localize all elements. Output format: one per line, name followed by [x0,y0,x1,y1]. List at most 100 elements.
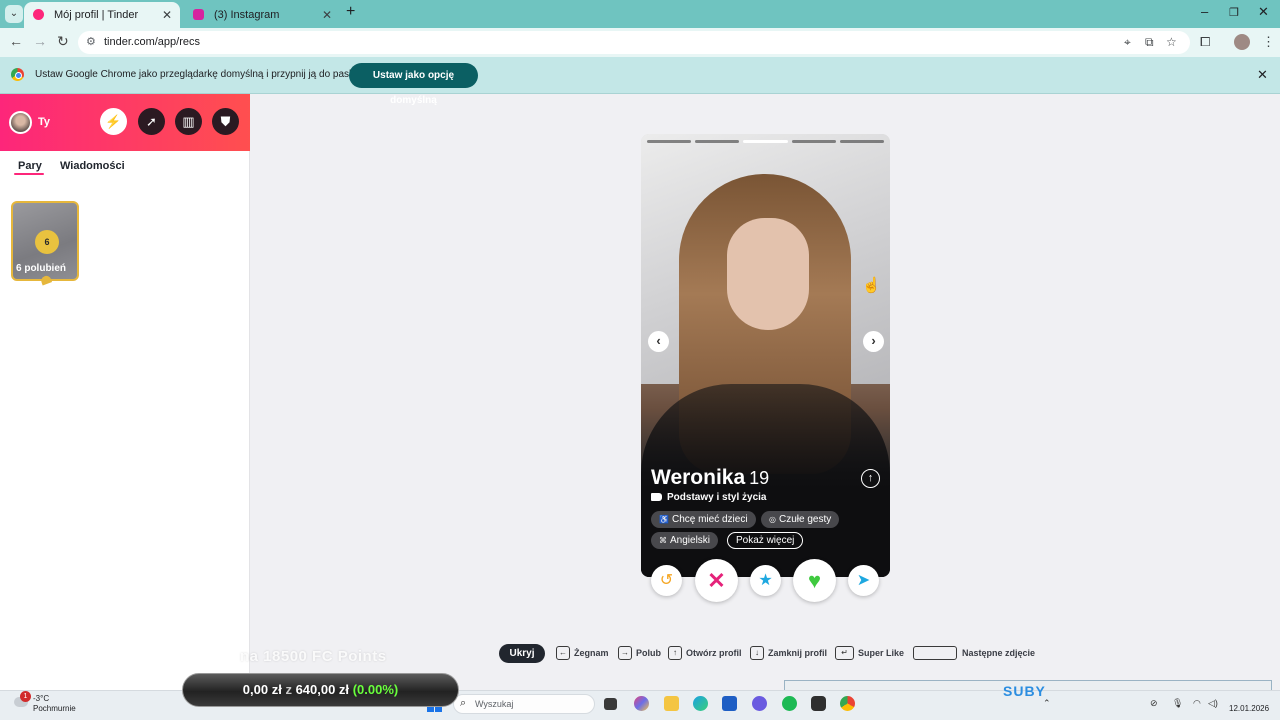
hide-legend-button[interactable]: Ukryj [499,644,545,663]
site-info-icon[interactable]: ⚙ [86,35,96,48]
chrome-logo-icon [11,68,24,81]
likes-count-badge: 6 [35,230,59,254]
chip-label: Chcę mieć dzieci [671,514,748,525]
section-title-text: Podstawy i styl życia [667,492,767,503]
bookmark-star-icon[interactable]: ☆ [1166,35,1177,49]
edge-icon[interactable] [693,696,708,711]
sidebar-header: Ty ⚡ ➚ ▥ ⛊ [0,94,250,151]
photo-progress-segment[interactable] [647,140,692,143]
tab-messages[interactable]: Wiadomości [60,160,125,172]
wifi-icon[interactable]: ◠ [1193,698,1201,709]
address-bar[interactable]: ⚙ tinder.com/app/recs ⌖ ⧉ ☆ [78,31,1190,54]
nope-icon[interactable]: ✕ [695,559,738,602]
task-view-icon[interactable] [604,698,617,710]
chrome-taskbar-icon[interactable] [840,696,855,711]
store-icon[interactable] [722,696,737,711]
extensions-icon[interactable]: ⧠ [1200,34,1210,50]
tinder-sidebar: Ty ⚡ ➚ ▥ ⛊ Pary Wiadomości 6 6 polubień [0,94,250,690]
set-default-button[interactable]: Ustaw jako opcję domyślną [349,63,478,106]
forward-icon[interactable]: → [33,33,47,49]
profile-avatar[interactable] [1234,34,1250,50]
photo-progress-segment[interactable] [791,140,836,143]
app-icon[interactable] [811,696,826,711]
my-avatar[interactable] [9,111,32,134]
back-icon[interactable]: ← [9,33,23,49]
menu-icon[interactable]: ⋮ [1262,34,1275,50]
like-icon[interactable]: ♥ [793,559,836,602]
tab-tinder[interactable]: Mój profil | Tinder ✕ [24,2,180,28]
install-app-icon[interactable]: ⧉ [1145,35,1154,50]
my-profile-label[interactable]: Ty [38,116,50,128]
reload-icon[interactable]: ↻ [57,33,69,50]
photo-progress-segment[interactable] [839,140,885,143]
spotify-icon[interactable] [782,696,797,711]
key-right: → [618,646,632,660]
location-icon[interactable]: ⌖ [1124,35,1131,50]
super-like-icon[interactable]: ★ [750,565,781,596]
tray-chevron-icon[interactable]: ⌃ [1043,698,1051,709]
active-tab-indicator [14,173,44,175]
discord-icon[interactable] [752,696,767,711]
new-tab-button[interactable]: + [346,3,355,21]
tab-matches[interactable]: Pary [18,160,42,172]
likes-label: 6 polubień [16,263,66,274]
likes-you-card[interactable]: 6 6 polubień [11,201,79,281]
profile-card[interactable]: ‹ › Weronika 19 ↑ Podstawy i styl życia ♿… [641,134,890,577]
photo-progress-segment[interactable] [743,140,788,143]
briefcase-icon[interactable]: ▥ [175,108,202,135]
open-profile-icon[interactable]: ↑ [861,469,880,488]
close-window-button[interactable]: ✕ [1258,4,1269,20]
chip-label: Czułe gesty [778,514,832,525]
photo-progress-segment[interactable] [695,140,740,143]
legend-label: Otwórz profil [686,648,742,658]
infobar-message: Ustaw Google Chrome jako przeglądarkę do… [35,69,390,80]
volume-icon[interactable]: ◁) [1208,698,1218,709]
maximize-button[interactable]: ❐ [1229,6,1239,19]
microphone-icon[interactable]: 🎙 [1172,698,1183,709]
tab-title: Mój profil | Tinder [54,9,139,21]
keyboard-shortcut-legend: Ukryj ← Żegnam → Polub ↑ Otwórz profil ↓… [0,643,1280,665]
gesture-icon: ◎ [769,515,776,524]
price-separator: z [285,682,292,697]
boost-bolt-icon[interactable]: ⚡ [100,108,127,135]
tab-title: (3) Instagram [214,9,280,21]
tab-close-icon[interactable]: ✕ [162,2,172,28]
price-current: 0,00 zł [242,682,282,697]
search-placeholder: Wyszukaj [475,699,514,709]
taskbar-date: 12.01.2026 [1229,704,1270,713]
legend-label: Następne zdjęcie [962,648,1036,658]
browser-tabstrip: ⌄ Mój profil | Tinder ✕ (3) Instagram ✕ … [0,0,1280,28]
next-photo-icon[interactable]: › [863,331,884,352]
rewind-icon[interactable]: ↺ [651,565,682,596]
explore-compass-icon[interactable]: ➚ [138,108,165,135]
notification-badge: 1 [20,691,31,702]
key-space [913,646,957,660]
tab-search-button[interactable]: ⌄ [5,5,23,23]
show-more-button[interactable]: Pokaż więcej [727,532,804,549]
key-down: ↓ [750,646,764,660]
key-enter: ↵ [835,646,854,660]
chip-label: Angielski [670,535,711,546]
legend-label: Polub [636,648,661,658]
chip-language: ⌘ Angielski [651,532,719,549]
safety-shield-icon[interactable]: ⛊ [212,108,239,135]
previous-photo-icon[interactable]: ‹ [648,331,669,352]
infobar-close-icon[interactable]: ✕ [1257,67,1268,83]
legend-label: Super Like [858,648,905,658]
minimize-button[interactable]: – [1201,4,1208,19]
tray-network-off-icon[interactable]: ⊘ [1150,698,1158,709]
photo-progress-bar [647,140,885,143]
weather-temperature[interactable]: -3°C [33,694,49,703]
key-left: ← [556,646,570,660]
file-explorer-icon[interactable] [664,696,679,711]
tab-instagram[interactable]: (3) Instagram ✕ [184,2,340,28]
weather-condition[interactable]: Pochmurnie [33,704,76,713]
chip-love-language: ◎ Czułe gesty [761,511,840,528]
baby-icon: ♿ [659,515,669,524]
boost-icon[interactable]: ➤ [848,565,879,596]
copilot-icon[interactable] [634,696,649,711]
taskbar-search[interactable]: ⌕ Wyszukaj [453,694,595,714]
tab-close-icon[interactable]: ✕ [322,2,332,28]
tag-icon [651,493,662,501]
language-icon: ⌘ [659,536,667,545]
